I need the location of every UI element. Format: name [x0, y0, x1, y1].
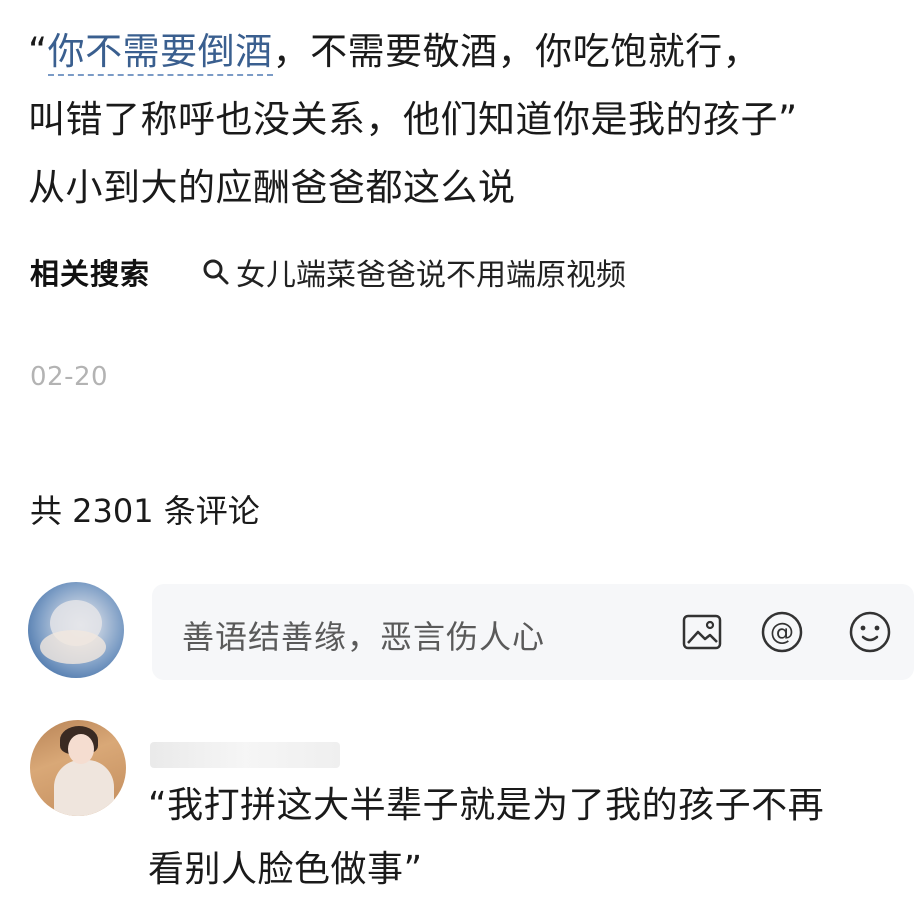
related-searches-title: 相关搜索 [30, 257, 151, 291]
comment-input-placeholder: 善语结善缘，恶言伤人心 [182, 618, 546, 656]
post-line-1: “你不需要倒酒，不需要敬酒，你吃饱就行， [28, 18, 908, 86]
search-icon [203, 259, 229, 285]
comment-text-line-2: 看别人脸色做事” [148, 849, 423, 890]
commenter-avatar[interactable] [30, 720, 126, 816]
image-icon[interactable] [680, 610, 724, 654]
post-text-line-3: 从小到大的应酬爸爸都这么说 [28, 166, 516, 209]
post-text-line-1: ，不需要敬酒，你吃饱就行， [272, 30, 761, 73]
at-icon[interactable]: @ [760, 610, 804, 654]
post-content: “你不需要倒酒，不需要敬酒，你吃饱就行， 叫错了称呼也没关系，他们知道你是我的孩… [28, 18, 908, 222]
commenter-name-blurred[interactable] [150, 742, 340, 768]
highlighted-search-link[interactable]: 你不需要倒酒 [47, 30, 273, 76]
comment-text: “我打拼这大半辈子就是为了我的孩子不再 看别人脸色做事” [148, 774, 908, 902]
related-search-query: 女儿端菜爸爸说不用端原视频 [236, 258, 627, 293]
related-searches: 相关搜索 女儿端菜爸爸说不用端原视频 [30, 248, 626, 296]
post-text-line-2: 叫错了称呼也没关系，他们知道你是我的孩子” [28, 98, 798, 141]
emoji-icon[interactable] [848, 610, 892, 654]
comment-text-line-1: “我打拼这大半辈子就是为了我的孩子不再 [148, 785, 825, 826]
comment-count: 共 2301 条评论 [30, 492, 260, 530]
post-date: 02-20 [30, 362, 109, 392]
comment-input[interactable]: 善语结善缘，恶言伤人心 @ [152, 584, 914, 680]
open-quote: “ [28, 30, 48, 73]
current-user-avatar[interactable] [28, 582, 124, 678]
svg-text:@: @ [770, 618, 794, 646]
related-search-chip[interactable]: 女儿端菜爸爸说不用端原视频 [202, 250, 626, 294]
